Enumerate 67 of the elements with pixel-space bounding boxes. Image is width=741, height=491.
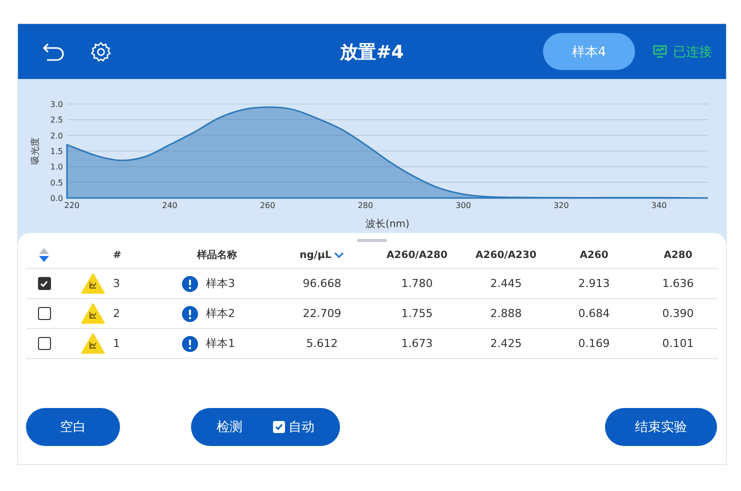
table-cell: 1.755 <box>401 307 433 320</box>
table-cell: 2.888 <box>490 307 522 320</box>
exclamation-icon <box>182 276 198 292</box>
detect-button[interactable]: 检测 自动 <box>191 408 340 446</box>
checkmark-icon <box>40 280 48 288</box>
column-header[interactable]: 样品名称 <box>197 248 237 262</box>
table-cell: 2.445 <box>490 277 522 290</box>
table-cell: 0.684 <box>578 307 610 320</box>
x-tick-label: 220 <box>64 201 80 210</box>
warning-chart-icon <box>81 333 105 354</box>
column-header[interactable]: A260 <box>580 250 608 260</box>
column-header[interactable]: A260/A230 <box>476 250 536 260</box>
table-cell: 2.913 <box>578 277 610 290</box>
exclamation-icon <box>182 336 198 352</box>
y-tick-label: 0.5 <box>50 178 63 188</box>
y-tick-label: 1.5 <box>50 147 63 156</box>
row-number: 1 <box>113 337 120 350</box>
sample-name: 样本2 <box>206 306 235 321</box>
table-cell: 96.668 <box>302 277 342 290</box>
y-tick-label: 3.0 <box>50 100 63 109</box>
x-tick-label: 240 <box>162 201 178 210</box>
table-cell: 1.780 <box>401 277 433 290</box>
column-header[interactable]: A280 <box>664 250 692 260</box>
sort-icon[interactable] <box>38 247 50 263</box>
x-tick-label: 300 <box>456 201 471 210</box>
table-cell: 1.636 <box>662 277 694 290</box>
monitor-icon <box>653 45 667 58</box>
x-tick-label: 340 <box>651 201 667 210</box>
table-cell: 5.612 <box>306 337 338 350</box>
table-cell: 1.673 <box>401 337 433 350</box>
table-cell: 0.390 <box>662 307 694 320</box>
back-icon[interactable] <box>42 40 66 62</box>
row-checkbox[interactable] <box>38 307 50 320</box>
table-cell: 2.425 <box>490 337 522 350</box>
row-checkbox[interactable] <box>38 277 50 290</box>
warning-chart-icon <box>81 273 105 294</box>
auto-checkbox[interactable] <box>272 421 284 433</box>
drag-handle[interactable] <box>357 239 387 242</box>
connection-status: 已连接 <box>673 44 712 60</box>
x-tick-label: 260 <box>260 201 276 210</box>
y-axis-title: 吸光度 <box>31 138 41 164</box>
y-tick-label: 1.0 <box>50 162 63 172</box>
table-cell: 0.169 <box>578 337 610 350</box>
warning-chart-icon <box>81 303 105 324</box>
x-axis-title: 波长(nm) <box>366 219 410 230</box>
sample-name: 样本1 <box>206 336 235 351</box>
x-tick-label: 280 <box>358 201 374 210</box>
y-tick-label: 2.5 <box>50 116 63 125</box>
y-tick-label: 0.0 <box>50 194 63 203</box>
checkmark-icon <box>274 423 282 431</box>
table-cell: 22.709 <box>302 307 342 320</box>
window-title: 放置#4 <box>340 42 404 62</box>
column-header[interactable]: # <box>113 250 122 260</box>
blank-button[interactable]: 空白 <box>26 408 120 446</box>
table-cell: 0.101 <box>662 337 694 350</box>
column-header[interactable]: ng/μL <box>300 250 344 260</box>
row-number: 3 <box>113 277 120 290</box>
x-tick-label: 320 <box>554 201 569 210</box>
row-number: 2 <box>113 307 120 320</box>
exclamation-icon <box>182 306 198 322</box>
row-checkbox[interactable] <box>38 337 50 350</box>
column-header[interactable]: A260/A280 <box>386 250 448 260</box>
settings-icon[interactable] <box>90 40 112 62</box>
sample-name: 样本3 <box>206 276 235 291</box>
end-experiment-button[interactable]: 结束实验 <box>605 408 717 446</box>
chevron-down-icon <box>334 252 344 258</box>
y-tick-label: 2.0 <box>50 131 63 140</box>
